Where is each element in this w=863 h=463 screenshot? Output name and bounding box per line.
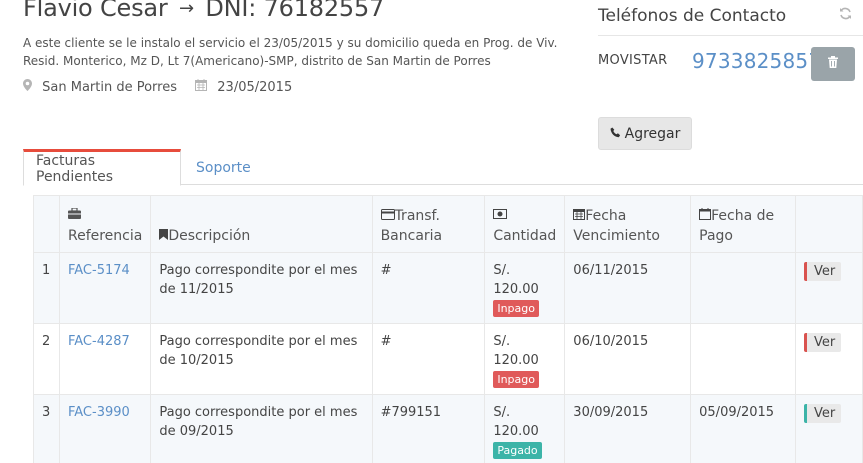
invoice-pay-date	[690, 323, 797, 395]
header-descripcion: Descripción	[150, 195, 373, 253]
view-invoice-button[interactable]: Ver	[804, 404, 842, 423]
header-referencia-label: Referencia	[67, 228, 143, 244]
client-date: 23/05/2015	[217, 80, 293, 95]
invoice-amount-cell: S/. 120.00 Inpago	[484, 252, 566, 324]
credit-card-icon	[380, 208, 395, 224]
invoice-ref-link[interactable]: FAC-4287	[68, 334, 130, 349]
header-cantidad-label: Cantidad	[493, 228, 557, 244]
row-number: 3	[33, 394, 60, 463]
table-row: 3 FAC-3990 Pago correspondite por el mes…	[33, 394, 863, 463]
invoice-amount: 120.00	[493, 424, 539, 439]
header-cantidad: Cantidad	[484, 195, 566, 253]
add-phone-label: Agregar	[624, 125, 681, 142]
briefcase-icon	[67, 206, 142, 226]
header-descripcion-label: Descripción	[168, 228, 251, 244]
trash-icon	[828, 56, 838, 72]
invoice-due-date: 06/11/2015	[564, 252, 692, 324]
arrow-right-icon: →	[179, 0, 194, 19]
client-name: Flavio Cesar	[23, 0, 168, 22]
header-vencimiento: Fecha Vencimiento	[564, 195, 692, 253]
invoice-transfer: #	[371, 252, 486, 324]
header-referencia: Referencia	[58, 195, 152, 253]
status-badge: Inpago	[493, 300, 539, 317]
calendar-icon	[195, 79, 211, 95]
invoice-currency: S/.	[493, 405, 511, 420]
client-description: A este cliente se le instalo el servicio…	[23, 36, 558, 68]
status-badge: Pagado	[493, 442, 542, 459]
table-row: 1 FAC-5174 Pago correspondite por el mes…	[33, 252, 863, 324]
invoice-currency: S/.	[493, 263, 511, 278]
invoice-amount: 120.00	[493, 353, 539, 368]
contact-divider	[598, 35, 863, 36]
header-number	[33, 195, 60, 253]
row-number: 1	[33, 252, 60, 324]
invoice-currency: S/.	[493, 334, 511, 349]
header-actions	[795, 195, 863, 253]
invoice-due-date: 06/10/2015	[564, 323, 692, 395]
invoices-table: Referencia Descripción Transf. Bancaria …	[33, 195, 863, 463]
invoice-amount-cell: S/. 120.00 Inpago	[484, 323, 566, 395]
invoice-pay-date: 05/09/2015	[690, 394, 797, 463]
refresh-icon[interactable]	[839, 6, 852, 24]
table-row: 2 FAC-4287 Pago correspondite por el mes…	[33, 323, 863, 395]
status-badge: Inpago	[493, 371, 539, 388]
invoice-amount: 120.00	[493, 282, 539, 297]
invoice-pay-date	[690, 252, 797, 324]
invoice-transfer: #	[371, 323, 486, 395]
row-number: 2	[33, 323, 60, 395]
invoice-description: Pago correspondite por el mes de 10/2015	[150, 323, 373, 395]
header-fecha-pago: Fecha de Pago	[690, 195, 797, 253]
invoice-description: Pago correspondite por el mes de 11/2015	[150, 252, 373, 324]
date-item: 23/05/2015	[195, 79, 292, 95]
table-header-row: Referencia Descripción Transf. Bancaria …	[33, 195, 863, 253]
bookmark-icon	[159, 228, 169, 244]
invoice-transfer: #799151	[371, 394, 486, 463]
invoice-description: Pago correspondite por el mes de 09/2015	[150, 394, 373, 463]
header-transf: Transf. Bancaria	[371, 195, 486, 253]
view-invoice-button[interactable]: Ver	[804, 333, 842, 352]
map-marker-icon	[23, 79, 36, 95]
invoice-ref-link[interactable]: FAC-3990	[68, 405, 130, 420]
phone-number[interactable]: 9733825857	[692, 49, 821, 73]
header-vencimiento-label: Fecha Vencimiento	[573, 208, 660, 244]
money-icon	[493, 206, 556, 226]
location-item: San Martin de Porres	[23, 79, 177, 95]
client-location: San Martin de Porres	[42, 80, 177, 95]
calendar-empty-icon	[699, 208, 712, 224]
carrier-label: MOVISTAR	[598, 53, 668, 68]
view-invoice-button[interactable]: Ver	[804, 262, 842, 281]
delete-phone-button[interactable]	[811, 47, 855, 81]
invoice-due-date: 30/09/2015	[564, 394, 692, 463]
contact-title: Teléfonos de Contacto	[598, 6, 787, 26]
invoice-ref-link[interactable]: FAC-5174	[68, 263, 130, 278]
invoice-amount-cell: S/. 120.00 Pagado	[484, 394, 566, 463]
add-phone-button[interactable]: Agregar	[598, 117, 692, 150]
tab-soporte[interactable]: Soporte	[184, 149, 263, 186]
tab-facturas-pendientes[interactable]: Facturas Pendientes	[23, 149, 181, 186]
tab-bar: Facturas Pendientes Soporte	[23, 149, 863, 186]
client-meta: San Martin de Porres 23/05/2015	[23, 79, 306, 95]
phone-icon	[610, 126, 621, 142]
header-fecha-pago-label: Fecha de Pago	[699, 208, 775, 244]
client-title: Flavio Cesar → DNI: 76182557	[23, 0, 384, 22]
client-dni: DNI: 76182557	[205, 0, 385, 22]
calendar-icon	[573, 208, 586, 224]
